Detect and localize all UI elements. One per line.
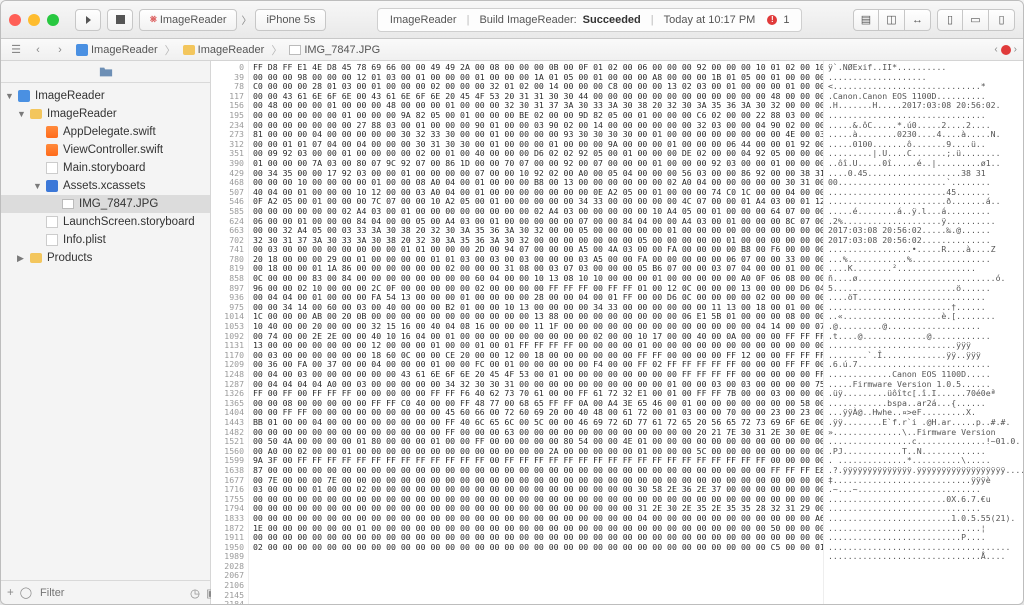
file-label: AppDelegate.swift xyxy=(63,126,156,138)
breadcrumb-project[interactable]: ImageReader xyxy=(73,44,161,56)
tree-group-products[interactable]: ▶ Products xyxy=(1,249,210,267)
editor-standard-button[interactable]: ▤ xyxy=(853,9,879,31)
recent-filter-button[interactable]: ◷ xyxy=(190,586,200,600)
navigator-filter-bar: + ◯ ◷ ▣ xyxy=(1,580,210,604)
project-icon xyxy=(18,90,30,102)
tree-group-imagereader[interactable]: ▼ ImageReader xyxy=(1,105,210,123)
jump-bar: ☰ ‹ › ImageReader 〉 ImageReader 〉 IMG_78… xyxy=(1,39,1023,61)
error-icon xyxy=(1001,45,1011,55)
file-label: Info.plist xyxy=(63,234,106,246)
error-badge[interactable]: ! xyxy=(767,15,777,25)
breadcrumb-file[interactable]: IMG_7847.JPG xyxy=(286,44,383,56)
folder-nav-icon xyxy=(99,65,113,79)
status-product: ImageReader xyxy=(390,14,457,26)
swift-file-icon xyxy=(46,144,58,156)
status-result: Succeeded xyxy=(583,14,641,26)
tree-root[interactable]: ▼ ImageReader xyxy=(1,87,210,105)
filter-input[interactable] xyxy=(38,586,184,600)
image-file-icon xyxy=(289,45,301,55)
add-button[interactable]: + xyxy=(7,587,14,599)
breadcrumb-seg2-label: ImageReader xyxy=(198,44,265,56)
folder-icon xyxy=(183,45,195,55)
navigator-selector[interactable] xyxy=(1,61,210,83)
titlebar: ⨳ ImageReader 〉 iPhone 5s ImageReader | … xyxy=(1,1,1023,39)
tree-root-label: ImageReader xyxy=(35,90,105,102)
editor-assistant-button[interactable]: ◫ xyxy=(879,9,905,31)
toggle-navigator-button[interactable]: ▯ xyxy=(937,9,963,31)
chevron-right-icon: 〉 xyxy=(271,42,282,58)
close-window-icon[interactable] xyxy=(9,14,21,26)
breadcrumb-seg1-label: ImageReader xyxy=(91,44,158,56)
image-file-icon xyxy=(62,199,74,209)
tree-file-infoplist[interactable]: Info.plist xyxy=(1,231,210,249)
body: ▼ ImageReader ▼ ImageReader AppDelegate.… xyxy=(1,61,1023,604)
plist-file-icon xyxy=(46,234,58,246)
zoom-window-icon[interactable] xyxy=(47,14,59,26)
run-button[interactable] xyxy=(75,9,101,31)
editor-version-button[interactable]: ↔ xyxy=(905,9,931,31)
file-label: IMG_7847.JPG xyxy=(79,198,158,210)
activity-viewer: ImageReader | Build ImageReader: Succeed… xyxy=(332,8,847,32)
folder-icon xyxy=(30,109,42,119)
chevron-right-icon: 〉 xyxy=(241,12,251,27)
project-icon xyxy=(76,44,88,56)
file-label: ViewController.swift xyxy=(63,144,163,156)
play-icon xyxy=(86,16,91,24)
toggle-inspector-button[interactable]: ▯ xyxy=(989,9,1015,31)
related-items-button[interactable]: ☰ xyxy=(7,43,25,56)
project-navigator-tree: ▼ ImageReader ▼ ImageReader AppDelegate.… xyxy=(1,83,210,580)
target-icon: ⨳ xyxy=(150,13,157,26)
storyboard-file-icon xyxy=(46,216,58,228)
tree-file-img7847[interactable]: IMG_7847.JPG xyxy=(1,195,210,213)
status-action: Build ImageReader: xyxy=(479,14,576,26)
folder-icon xyxy=(30,253,42,263)
tree-file-mainstoryboard[interactable]: Main.storyboard xyxy=(1,159,210,177)
file-label: Assets.xcassets xyxy=(63,180,145,192)
breadcrumb-group[interactable]: ImageReader xyxy=(180,44,268,56)
file-label: LaunchScreen.storyboard xyxy=(63,216,195,228)
error-count: 1 xyxy=(783,14,789,26)
hex-ascii-pane[interactable]: ÿ`.NØExif..II*.......... ...............… xyxy=(823,61,1023,604)
tree-file-viewcontroller[interactable]: ViewController.swift xyxy=(1,141,210,159)
tree-products-label: Products xyxy=(47,252,92,264)
hex-bytes-pane[interactable]: FF D8 FF E1 4E D8 45 78 69 66 00 00 49 4… xyxy=(249,61,823,604)
breadcrumb-seg3-label: IMG_7847.JPG xyxy=(304,44,380,56)
tree-file-appdelegate[interactable]: AppDelegate.swift xyxy=(1,123,210,141)
status-time: Today at 10:17 PM xyxy=(664,14,756,26)
swift-file-icon xyxy=(46,126,58,138)
filter-icon: ◯ xyxy=(20,586,32,599)
right-toolbar: ▤ ◫ ↔ ▯ ▭ ▯ xyxy=(853,9,1015,31)
tree-group-label: ImageReader xyxy=(47,108,117,120)
scheme-device-label: iPhone 5s xyxy=(266,14,315,26)
hex-offsets-gutter: 0 39 78 117 156 195 234 273 312 351 390 … xyxy=(211,61,249,604)
chevron-right-icon: 〉 xyxy=(165,42,176,58)
scheme-target-label: ImageReader xyxy=(160,14,227,26)
minimize-window-icon[interactable] xyxy=(28,14,40,26)
navigator-sidebar: ▼ ImageReader ▼ ImageReader AppDelegate.… xyxy=(1,61,211,604)
stop-icon xyxy=(116,15,125,24)
storyboard-file-icon xyxy=(46,162,58,174)
xcode-window: ⨳ ImageReader 〉 iPhone 5s ImageReader | … xyxy=(0,0,1024,605)
next-issue-button[interactable]: › xyxy=(1014,44,1017,55)
scheme-selector[interactable]: ⨳ ImageReader 〉 iPhone 5s xyxy=(139,9,326,31)
xcassets-icon xyxy=(46,180,58,192)
toggle-debug-button[interactable]: ▭ xyxy=(963,9,989,31)
nav-back-button[interactable]: ‹ xyxy=(29,44,47,56)
window-controls xyxy=(9,14,59,26)
nav-forward-button[interactable]: › xyxy=(51,44,69,56)
file-label: Main.storyboard xyxy=(63,162,145,174)
hex-editor: 0 39 78 117 156 195 234 273 312 351 390 … xyxy=(211,61,1023,604)
tree-file-assets[interactable]: ▼ Assets.xcassets xyxy=(1,177,210,195)
prev-issue-button[interactable]: ‹ xyxy=(994,44,997,55)
tree-file-launchscreen[interactable]: LaunchScreen.storyboard xyxy=(1,213,210,231)
stop-button[interactable] xyxy=(107,9,133,31)
